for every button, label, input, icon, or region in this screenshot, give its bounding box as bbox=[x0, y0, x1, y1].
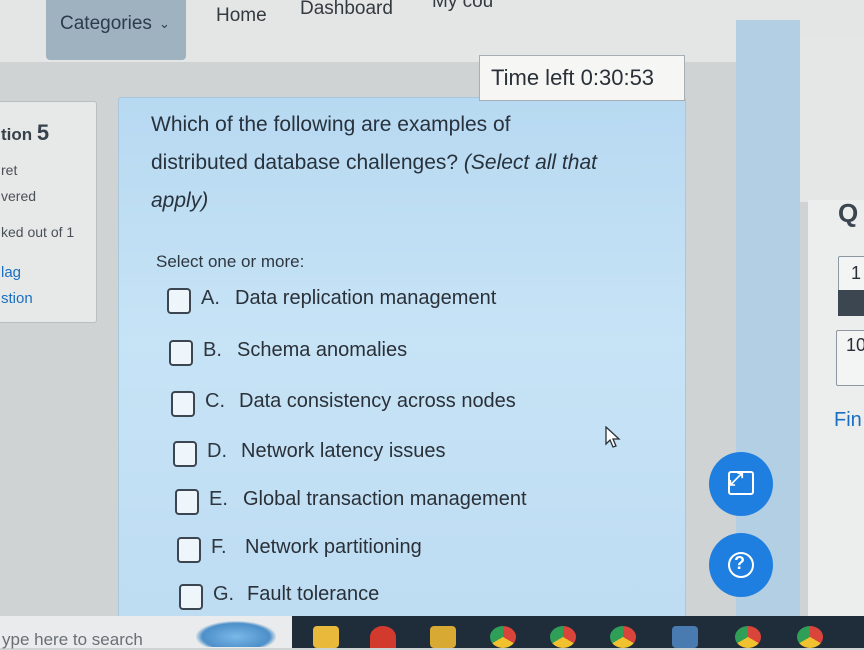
checkbox[interactable] bbox=[179, 584, 203, 610]
right-panel-top bbox=[800, 36, 864, 202]
quiz-nav-question-1-label: 1 bbox=[851, 263, 862, 283]
option-letter: D. bbox=[207, 440, 227, 462]
option-label: Fault tolerance bbox=[247, 583, 380, 605]
checkbox[interactable] bbox=[169, 340, 193, 366]
question-status-line2: vered bbox=[1, 188, 37, 204]
option-label: Global transaction management bbox=[243, 488, 527, 510]
question-marks: ked out of 1 bbox=[1, 224, 75, 240]
checkbox[interactable] bbox=[175, 489, 199, 515]
chrome-icon[interactable] bbox=[735, 626, 761, 648]
help-question-mark: ? bbox=[734, 553, 745, 573]
option-label: Data consistency across nodes bbox=[239, 390, 516, 412]
checkbox[interactable] bbox=[171, 391, 195, 417]
question-status-line1: ret bbox=[1, 162, 18, 178]
select-hint: Select one or more: bbox=[156, 252, 305, 271]
checkbox[interactable] bbox=[173, 441, 197, 467]
checkbox[interactable] bbox=[167, 288, 191, 314]
checkbox[interactable] bbox=[177, 537, 201, 563]
question-number: tion 5 bbox=[1, 120, 50, 145]
option-label: Network latency issues bbox=[241, 440, 446, 462]
option-letter: F. bbox=[211, 536, 227, 558]
question-text-line3: apply) bbox=[151, 189, 209, 212]
chrome-icon[interactable] bbox=[610, 626, 636, 648]
calculator-icon[interactable] bbox=[672, 626, 698, 648]
option-letter: E. bbox=[209, 488, 228, 510]
option-letter: G. bbox=[213, 583, 235, 605]
flag-question-link-line2[interactable]: stion bbox=[1, 290, 33, 307]
option-letter: B. bbox=[203, 339, 222, 361]
option-label: Network partitioning bbox=[245, 536, 422, 558]
chrome-icon[interactable] bbox=[490, 626, 516, 648]
quiz-nav-question-1-status bbox=[838, 290, 864, 316]
quiz-nav-question-10-label: 10 bbox=[846, 335, 864, 355]
folder-icon[interactable] bbox=[430, 626, 456, 648]
option-label: Schema anomalies bbox=[237, 339, 408, 361]
nav-link-my-courses[interactable]: My cou bbox=[432, 0, 493, 13]
search-highlight-image bbox=[196, 621, 276, 647]
chrome-icon[interactable] bbox=[797, 626, 823, 648]
flag-question-link[interactable]: lag bbox=[1, 264, 21, 281]
help-button[interactable]: ? bbox=[709, 533, 773, 597]
quiz-nav-question-1[interactable]: 1 bbox=[838, 256, 864, 292]
option-letter: A. bbox=[201, 287, 220, 309]
nav-link-home[interactable]: Home bbox=[216, 5, 267, 27]
time-left-label: Time left 0:30:53 bbox=[491, 65, 655, 90]
categories-menu-button[interactable]: Categories ⌄ bbox=[46, 0, 186, 60]
time-left-box: Time left 0:30:53 bbox=[479, 55, 685, 101]
categories-label: Categories bbox=[60, 13, 152, 34]
quiz-navigation-title: Q bbox=[838, 198, 859, 228]
mouse-cursor-icon bbox=[605, 426, 621, 448]
chevron-down-icon: ⌄ bbox=[159, 16, 170, 31]
option-letter: C. bbox=[205, 390, 225, 412]
right-background-strip bbox=[736, 20, 800, 620]
app-icon-red[interactable] bbox=[370, 626, 396, 648]
question-text-line2: distributed database challenges? (Select… bbox=[151, 151, 597, 174]
question-text-line1: Which of the following are examples of bbox=[151, 113, 511, 136]
expand-button[interactable]: ⤢ bbox=[709, 452, 773, 516]
option-label: Data replication management bbox=[235, 287, 497, 309]
question-info-panel: tion 5 ret vered ked out of 1 lag stion bbox=[0, 101, 97, 323]
file-explorer-icon[interactable] bbox=[313, 626, 339, 648]
taskbar-search-placeholder: ype here to search bbox=[2, 630, 143, 649]
nav-link-dashboard[interactable]: Dashboard bbox=[300, 0, 393, 20]
quiz-nav-question-10[interactable]: 10 bbox=[836, 330, 864, 386]
chrome-icon[interactable] bbox=[550, 626, 576, 648]
finish-attempt-link[interactable]: Fin bbox=[834, 409, 862, 432]
expand-arrow-icon: ⤢ bbox=[729, 469, 744, 489]
top-navigation-bar: Categories ⌄ Home Dashboard My cou bbox=[0, 0, 864, 62]
